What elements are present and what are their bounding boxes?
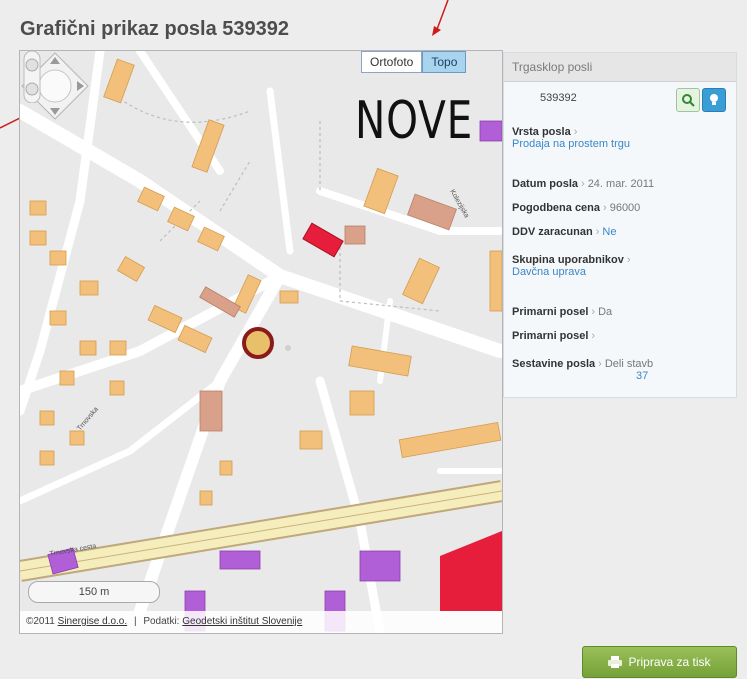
new-overlay-text: NOVE [355, 91, 474, 151]
copyright-prefix: ©2011 [26, 616, 55, 627]
copyright-data-label: Podatki: [143, 616, 180, 627]
field-sestavine-posla: Sestavine posla › Deli stavb 37 [512, 358, 654, 382]
sestavine-count[interactable]: 37 [636, 370, 653, 382]
panel-body: 539392 Vrsta posla › Prodaja na prostem t… [504, 82, 736, 394]
print-button-label: Priprava za tisk [628, 655, 711, 669]
zoom-search-button[interactable] [676, 88, 700, 112]
field-pogodbena-cena: Pogodbena cena › 96000 [512, 202, 641, 214]
field-skupina-uporabnikov: Skupina uporabnikov › Davčna uprava [512, 254, 634, 278]
map-scale-bar: 150 m [28, 581, 160, 603]
map-zoom-control[interactable] [20, 51, 44, 103]
map-copyright: ©2011 Sinergise d.o.o. | Podatki: Geodet… [20, 611, 502, 633]
printer-icon [608, 656, 623, 668]
copyright-data-source-link[interactable]: Geodetski inštitut Slovenije [182, 616, 302, 627]
page-title: Grafični prikaz posla 539392 [20, 18, 290, 40]
transaction-details-panel: Trgasklop posli 539392 Vrsta posla › Prod… [503, 52, 737, 398]
field-vrsta-posla: Vrsta posla › Prodaja na prostem trgu [512, 126, 631, 150]
layer-topo-button[interactable]: Topo [422, 51, 467, 73]
map-layer-toggle: Ortofoto Topo [361, 51, 467, 73]
field-primarni-posel-2: Primarni posel › [512, 330, 596, 342]
lightbulb-icon [710, 94, 718, 105]
copyright-separator: | [133, 616, 137, 627]
job-id: 539392 [540, 92, 577, 104]
search-icon [682, 94, 695, 107]
vrsta-posla-value[interactable]: Prodaja na prostem trgu [512, 138, 630, 150]
field-primarni-posel: Primarni posel › Da [512, 306, 613, 318]
layer-ortofoto-button[interactable]: Ortofoto [361, 51, 423, 73]
print-prepare-button[interactable]: Priprava za tisk [582, 646, 737, 678]
map-view[interactable]: Trnovska cesta Trnovska Kolezijska Ortof… [19, 50, 503, 634]
skupina-value[interactable]: Davčna uprava [512, 266, 634, 278]
annotation-arrow-top [432, 0, 449, 36]
copyright-company-link[interactable]: Sinergise d.o.o. [58, 616, 128, 627]
field-ddv-zaracunan: DDV zaracunan › Ne [512, 226, 617, 238]
field-datum-posla: Datum posla › 24. mar. 2011 [512, 178, 655, 190]
panel-header: Trgasklop posli [504, 53, 736, 82]
info-button[interactable] [702, 88, 726, 112]
